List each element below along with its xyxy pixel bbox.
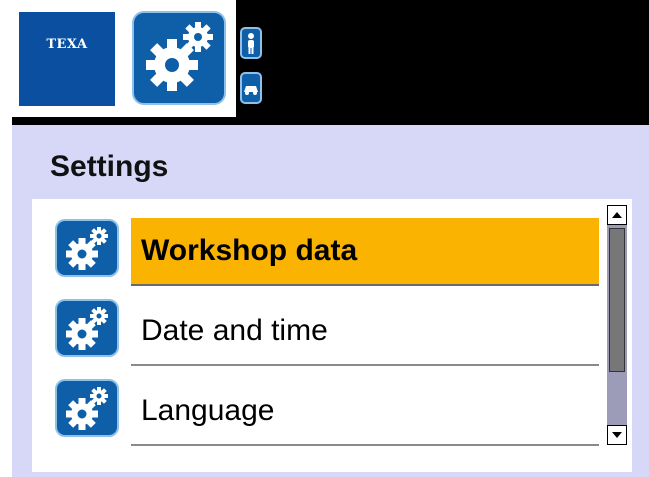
menu-item-date-and-time[interactable]: Date and time [131,298,599,366]
arrow-down-icon [612,432,622,438]
gears-icon[interactable] [55,379,119,437]
menu-item-label: Date and time [141,314,328,347]
gears-icon[interactable] [55,219,119,277]
arrow-up-icon [612,212,622,218]
logo-text: TEXA [46,36,88,52]
scroll-down-button[interactable] [607,425,627,445]
scrollbar-thumb[interactable] [609,228,625,372]
texa-logo: TEXA [19,12,115,106]
gears-icon[interactable] [132,11,226,105]
gears-icon[interactable] [55,299,119,357]
person-icon[interactable] [240,27,262,59]
menu-item-language[interactable]: Language [131,378,599,446]
menu-item-label: Workshop data [141,234,358,267]
car-icon[interactable] [240,72,262,104]
page-title: Settings [50,150,169,183]
menu-item-workshop-data[interactable]: Workshop data [131,218,599,286]
scroll-up-button[interactable] [607,205,627,225]
menu-item-label: Language [141,394,275,427]
